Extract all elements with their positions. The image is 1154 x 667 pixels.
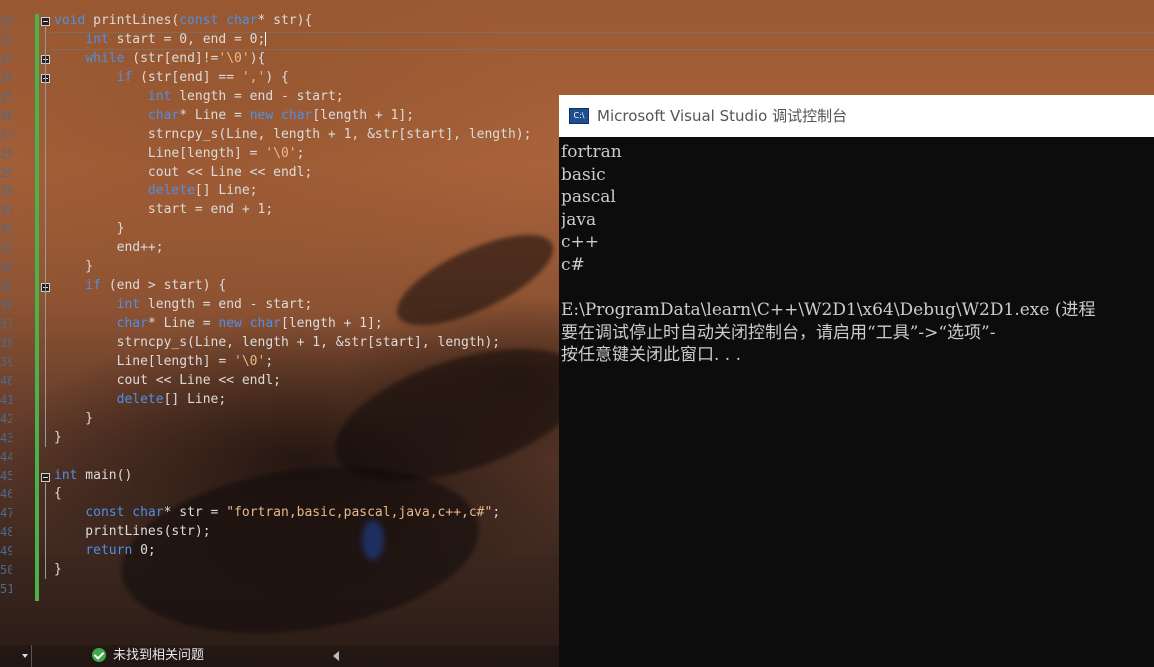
console-output-line: pascal <box>561 187 616 208</box>
code-line: } <box>54 562 62 578</box>
line-number: 24 <box>0 70 12 85</box>
code-line: cout << Line << endl; <box>54 372 281 388</box>
line-number-gutter: 21 22 23 24 25 26 27 28 29 30 31 32 33 3… <box>0 12 12 599</box>
code-line: strncpy_s(Line, length + 1, &str[start],… <box>54 126 532 142</box>
check-circle-icon <box>92 648 106 662</box>
code-line: if (str[end] == ',') { <box>116 69 289 85</box>
line-number: 48 <box>0 525 12 540</box>
line-number: 36 <box>0 298 12 313</box>
zoom-dropdown[interactable] <box>0 645 32 667</box>
code-line: cout << Line << endl; <box>54 164 313 180</box>
code-line: } <box>54 221 125 237</box>
issues-status[interactable]: 未找到相关问题 <box>113 647 204 665</box>
line-number: 23 <box>0 51 12 66</box>
line-number: 41 <box>0 392 12 407</box>
line-number: 39 <box>0 354 12 369</box>
code-line: } <box>54 259 94 275</box>
code-line: end++; <box>54 240 164 256</box>
code-line: Line[length] = '\0'; <box>54 353 274 369</box>
console-output-line: E:\ProgramData\learn\C++\W2D1\x64\Debug\… <box>561 300 1096 321</box>
line-number: 45 <box>0 468 12 483</box>
code-line: delete[] Line; <box>116 391 227 407</box>
console-output-line: c++ <box>561 232 600 253</box>
code-line: delete[] Line; <box>147 183 258 199</box>
line-number: 51 <box>0 582 12 597</box>
console-output: fortran basic pascal java c++ c# E:\Prog… <box>561 141 1151 367</box>
debug-console-window[interactable]: C:\ Microsoft Visual Studio 调试控制台 fortra… <box>559 95 1154 667</box>
console-output-line: 按任意键关闭此窗口. . . <box>561 345 742 366</box>
line-number: 43 <box>0 430 12 445</box>
line-number: 42 <box>0 411 12 426</box>
line-number: 47 <box>0 506 12 521</box>
console-title: Microsoft Visual Studio 调试控制台 <box>597 107 848 125</box>
line-number: 37 <box>0 317 12 331</box>
line-number: 31 <box>0 203 12 218</box>
line-number: 21 <box>0 14 12 28</box>
code-line: while (str[end]!='\0'){ <box>85 50 266 66</box>
line-number: 25 <box>0 89 12 104</box>
console-app-icon: C:\ <box>569 108 589 124</box>
line-number: 28 <box>0 146 12 161</box>
line-number: 38 <box>0 335 12 350</box>
console-output-line: 要在调试停止时自动关闭控制台，请启用“工具”->“选项”- <box>561 322 996 343</box>
code-line: char* Line = new char[length + 1]; <box>147 107 415 123</box>
line-number: 46 <box>0 487 12 502</box>
code-line-current: int start = 0, end = 0; <box>54 31 574 50</box>
fold-guide-line <box>45 27 46 447</box>
line-number: 32 <box>0 222 12 237</box>
collapse-icon[interactable] <box>41 17 50 26</box>
code-line: } <box>54 429 62 445</box>
line-number: 50 <box>0 563 12 578</box>
line-number: 27 <box>0 127 12 142</box>
code-line: strncpy_s(Line, length + 1, &str[start],… <box>54 334 501 350</box>
line-number: 49 <box>0 544 12 559</box>
console-title-bar[interactable]: C:\ Microsoft Visual Studio 调试控制台 <box>559 95 1154 137</box>
code-line-text: int start = 0, end = 0; <box>85 31 266 47</box>
console-output-line: c# <box>561 254 585 275</box>
code-line: start = end + 1; <box>54 202 274 218</box>
status-bar: 未找到相关问题 <box>0 645 560 667</box>
code-line: int length = end - start; <box>147 88 344 104</box>
line-number: 34 <box>0 260 12 275</box>
code-line: int length = end - start; <box>116 297 313 313</box>
code-line: if (end > start) { <box>85 278 227 294</box>
code-line: return 0; <box>85 543 156 559</box>
code-line: char* Line = new char[length + 1]; <box>116 316 383 331</box>
code-line: printLines(str); <box>54 524 211 540</box>
collapse-icon[interactable] <box>41 473 50 482</box>
scroll-left-icon[interactable] <box>333 651 339 661</box>
line-number: 22 <box>0 32 12 47</box>
console-output-line: java <box>561 209 597 230</box>
code-line: { <box>54 486 62 502</box>
text-caret <box>265 32 267 47</box>
code-line: const char* str = "fortran,basic,pascal,… <box>85 505 501 521</box>
line-number: 33 <box>0 241 12 256</box>
console-output-line: fortran <box>561 142 622 162</box>
code-line: Line[length] = '\0'; <box>54 145 305 161</box>
line-number: 26 <box>0 108 12 123</box>
change-indicator-bar <box>35 14 39 601</box>
line-number: 35 <box>0 279 12 294</box>
line-number: 44 <box>0 449 12 464</box>
console-output-line: basic <box>561 164 606 185</box>
fold-guide-line <box>45 483 46 579</box>
code-line: void printLines(const char* str){ <box>54 13 313 28</box>
line-number: 30 <box>0 184 12 199</box>
code-area[interactable]: void printLines(const char* str){ int st… <box>54 12 574 599</box>
code-line: } <box>54 410 94 426</box>
line-number: 40 <box>0 373 12 388</box>
line-number: 29 <box>0 165 12 180</box>
code-line: int main() <box>54 467 133 483</box>
